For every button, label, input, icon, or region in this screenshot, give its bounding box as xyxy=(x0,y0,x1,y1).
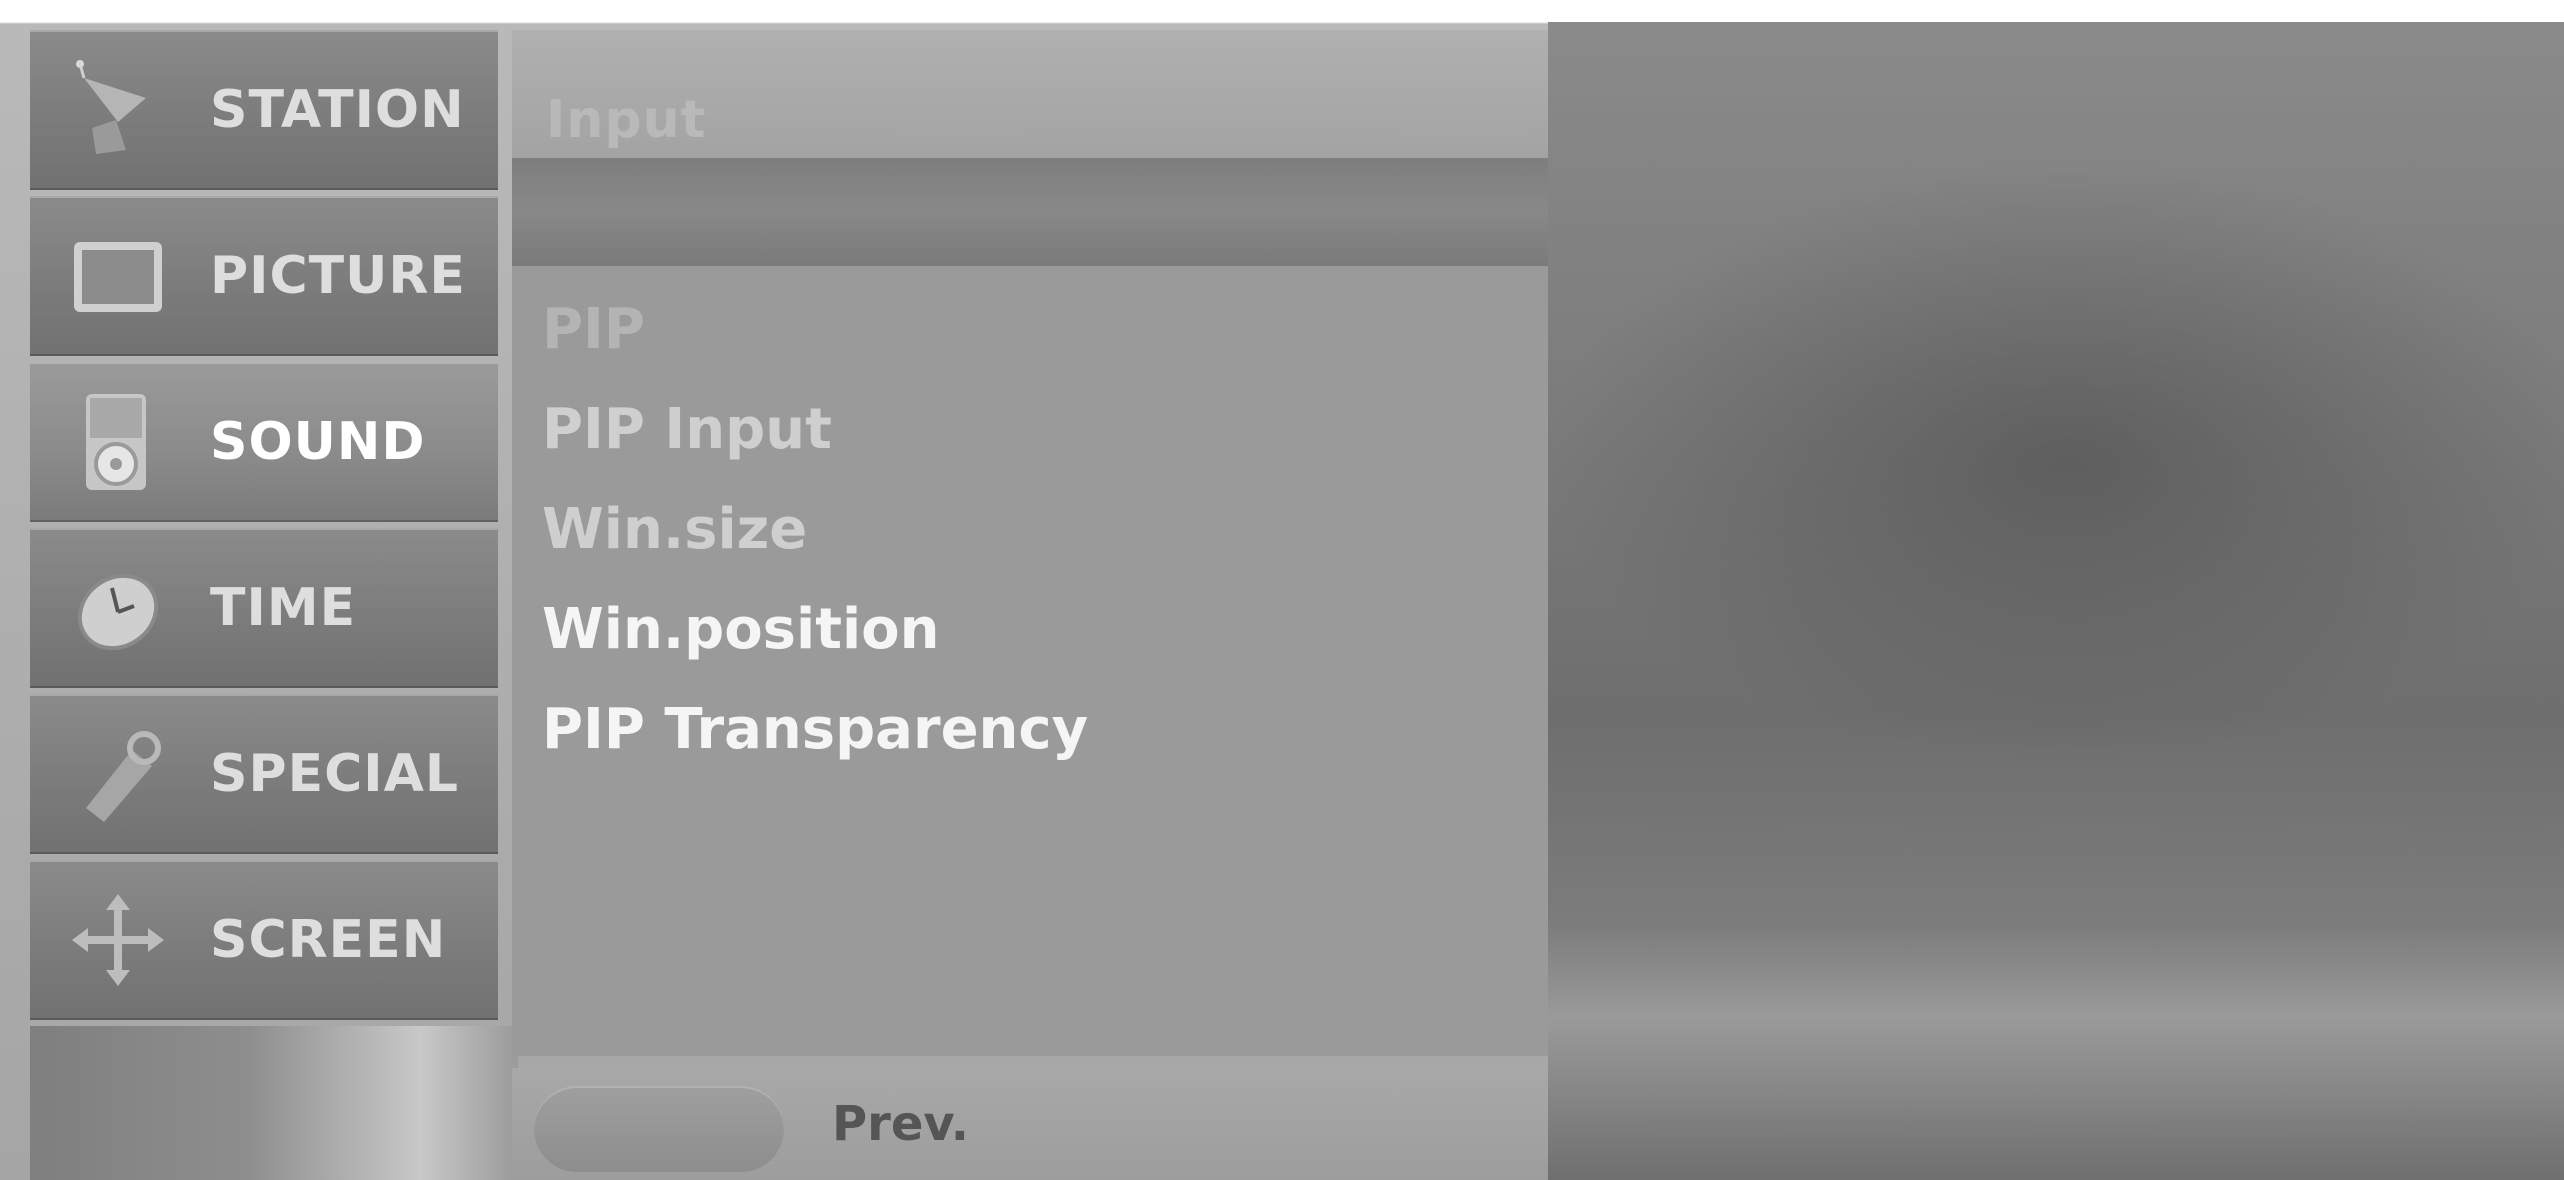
tv-screen-icon xyxy=(66,224,170,328)
option-pip-transparency[interactable]: PIP Transparency xyxy=(542,680,1088,780)
option-pip[interactable]: PIP xyxy=(542,280,1088,380)
option-list: PIP PIP Input Win.size Win.position PIP … xyxy=(542,280,1088,780)
menu-item-screen[interactable]: SCREEN xyxy=(30,860,498,1020)
menu-item-label: SCREEN xyxy=(210,910,447,970)
background-strip xyxy=(30,1026,518,1180)
menu-item-label: STATION xyxy=(210,80,465,140)
move-arrows-icon xyxy=(66,888,170,992)
tag-icon xyxy=(66,722,170,826)
option-win-position[interactable]: Win.position xyxy=(542,580,1088,680)
clock-icon xyxy=(66,556,170,660)
satellite-dish-icon xyxy=(66,58,170,162)
menu-item-label: SPECIAL xyxy=(210,744,459,804)
menu-item-label: TIME xyxy=(210,578,357,638)
menu-item-sound[interactable]: SOUND xyxy=(30,362,498,522)
menu-item-station[interactable]: STATION xyxy=(30,30,498,190)
speaker-icon xyxy=(66,390,170,494)
menu-item-picture[interactable]: PICTURE xyxy=(30,196,498,356)
option-win-size[interactable]: Win.size xyxy=(542,480,1088,580)
prev-label: Prev. xyxy=(832,1096,970,1152)
background-video-area xyxy=(1548,22,2564,1180)
menu-item-label: SOUND xyxy=(210,412,426,472)
panel-title-bar: Input xyxy=(512,30,1548,158)
panel-title: Input xyxy=(546,90,707,150)
pip-submenu-panel: Input PIP PIP Input Win.size Win.positio… xyxy=(512,30,1548,1056)
menu-item-special[interactable]: SPECIAL xyxy=(30,694,498,854)
tv-osd-screen: STATION PICTURE SOUND TIME SPECIAL SCREE… xyxy=(0,0,2564,1180)
prev-button[interactable] xyxy=(534,1086,784,1172)
option-pip-input[interactable]: PIP Input xyxy=(542,380,1088,480)
category-menu: STATION PICTURE SOUND TIME SPECIAL SCREE… xyxy=(30,30,498,1026)
footer-bar: Prev. xyxy=(512,1068,1548,1180)
selection-highlight[interactable] xyxy=(512,158,1548,266)
menu-item-time[interactable]: TIME xyxy=(30,528,498,688)
menu-item-label: PICTURE xyxy=(210,246,466,306)
